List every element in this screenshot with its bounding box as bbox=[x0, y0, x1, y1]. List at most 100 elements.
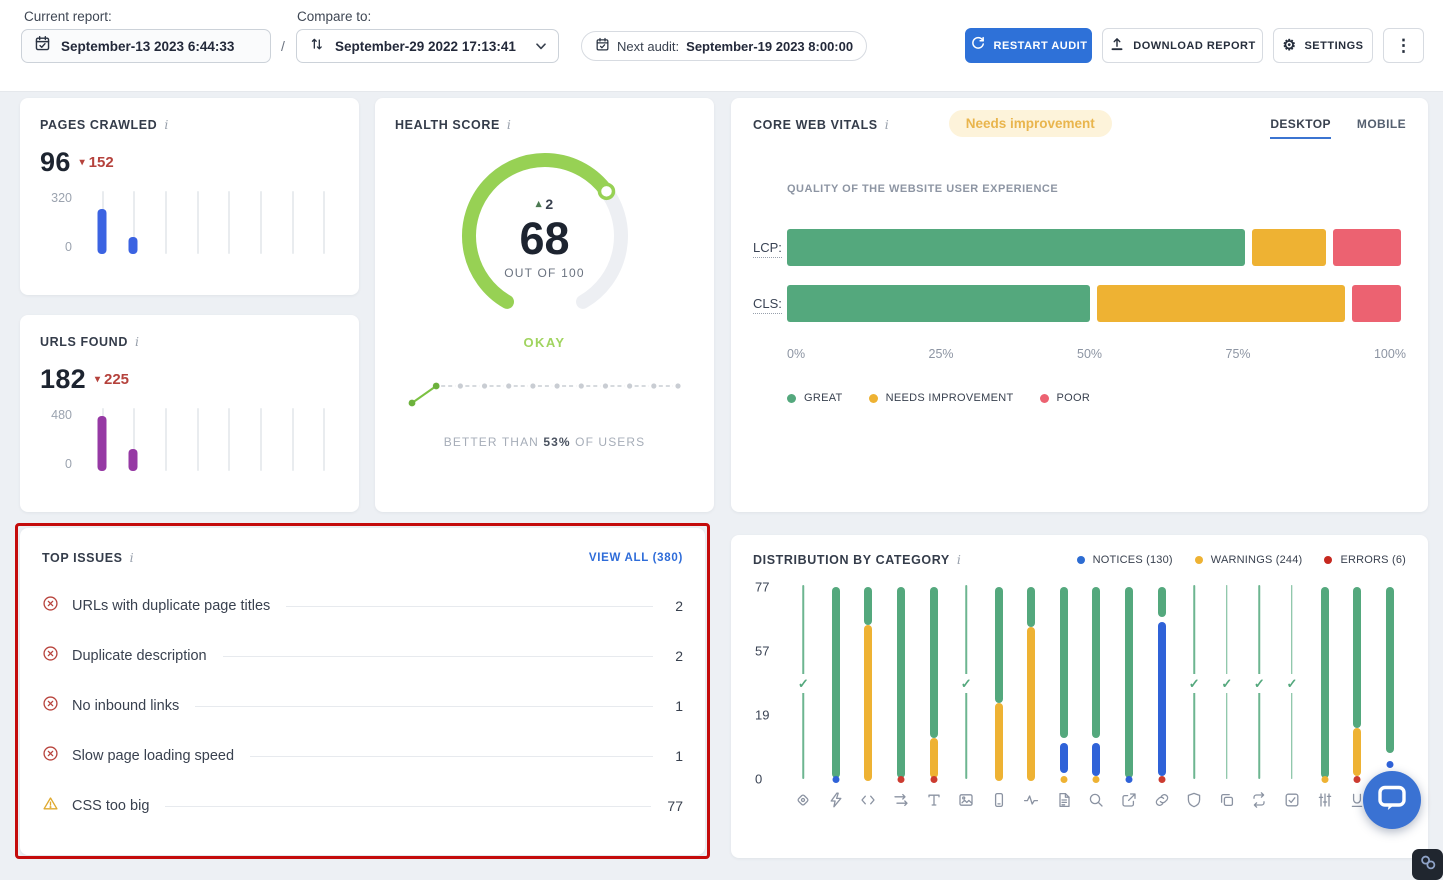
shield-icon[interactable] bbox=[1185, 791, 1203, 817]
category-column[interactable] bbox=[917, 583, 950, 817]
copy-icon[interactable] bbox=[1218, 791, 1236, 817]
search-icon[interactable] bbox=[1087, 791, 1105, 817]
code-icon[interactable] bbox=[859, 791, 877, 817]
info-icon[interactable]: i bbox=[957, 552, 961, 567]
chart-bar[interactable] bbox=[129, 449, 138, 471]
redirects-icon[interactable] bbox=[892, 791, 910, 817]
category-plot bbox=[1373, 583, 1406, 783]
info-icon[interactable]: i bbox=[507, 117, 511, 132]
restart-audit-button[interactable]: RESTART AUDIT bbox=[965, 28, 1092, 63]
pages-crawled-title: PAGES CRAWLED bbox=[40, 118, 157, 132]
category-plot: ✓ bbox=[1178, 583, 1211, 783]
issue-row[interactable]: CSS too big77 bbox=[42, 781, 683, 831]
settings-button[interactable]: ⚙ SETTINGS bbox=[1273, 28, 1373, 63]
category-dot-yellow bbox=[1321, 776, 1328, 783]
category-column[interactable] bbox=[1048, 583, 1081, 817]
performance-icon[interactable] bbox=[1022, 791, 1040, 817]
check-icon: ✓ bbox=[1286, 674, 1299, 693]
category-column[interactable]: ✓ bbox=[1243, 583, 1276, 817]
category-column[interactable] bbox=[885, 583, 918, 817]
chart-bar[interactable] bbox=[129, 237, 138, 254]
category-bar-blue bbox=[1158, 622, 1166, 776]
current-report-picker[interactable]: September-13 2023 6:44:33 bbox=[21, 29, 271, 63]
chart-bar[interactable] bbox=[97, 209, 106, 254]
tab-mobile[interactable]: MOBILE bbox=[1357, 117, 1406, 139]
content-icon[interactable] bbox=[1055, 791, 1073, 817]
category-column[interactable] bbox=[982, 583, 1015, 817]
category-plot: ✓ bbox=[1276, 583, 1309, 783]
legend-dot bbox=[1077, 556, 1085, 564]
info-icon[interactable]: i bbox=[135, 334, 139, 349]
extension-badge[interactable] bbox=[1412, 849, 1443, 880]
category-bar-green bbox=[832, 587, 840, 778]
issue-row[interactable]: Slow page loading speed1 bbox=[42, 731, 683, 781]
health-score-delta: ▴2 bbox=[536, 196, 553, 212]
link-icon[interactable] bbox=[1153, 791, 1171, 817]
chart-bar[interactable] bbox=[97, 416, 106, 471]
info-icon[interactable]: i bbox=[885, 117, 889, 132]
category-plot bbox=[982, 583, 1015, 783]
cwv-segment-great[interactable] bbox=[787, 285, 1090, 322]
cwv-row: CLS: bbox=[753, 285, 1406, 322]
legend-item: POOR bbox=[1040, 392, 1091, 404]
structure-icon[interactable] bbox=[794, 791, 812, 817]
cwv-segment-poor[interactable] bbox=[1352, 285, 1402, 322]
chart-slot-line bbox=[292, 191, 294, 254]
category-column[interactable] bbox=[1015, 583, 1048, 817]
issue-line bbox=[286, 606, 653, 607]
chart-slot-line bbox=[197, 408, 199, 471]
issue-row[interactable]: URLs with duplicate page titles2 bbox=[42, 581, 683, 631]
category-dot-red bbox=[1354, 776, 1361, 783]
category-column[interactable] bbox=[1308, 583, 1341, 817]
cwv-segment-poor[interactable] bbox=[1333, 229, 1401, 266]
more-options-button[interactable]: ⋮ bbox=[1383, 28, 1424, 63]
category-column[interactable]: ✓ bbox=[787, 583, 820, 817]
cwv-segment-great[interactable] bbox=[787, 229, 1245, 266]
cwv-segment-needs-improvement[interactable] bbox=[1252, 229, 1326, 266]
speed-icon[interactable] bbox=[827, 791, 845, 817]
compare-select[interactable]: September-29 2022 17:13:41 bbox=[296, 29, 559, 63]
cwv-legend: GREATNEEDS IMPROVEMENTPOOR bbox=[787, 392, 1406, 404]
category-bar-yellow bbox=[1027, 627, 1035, 781]
health-score-trend bbox=[405, 377, 685, 411]
check-icon: ✓ bbox=[1253, 674, 1266, 693]
check-icon: ✓ bbox=[960, 674, 973, 693]
category-column[interactable]: ✓ bbox=[1211, 583, 1244, 817]
category-bar-green bbox=[930, 587, 938, 738]
check-icon: ✓ bbox=[1220, 674, 1233, 693]
images-icon[interactable] bbox=[957, 791, 975, 817]
category-column[interactable]: ✓ bbox=[950, 583, 983, 817]
view-all-link[interactable]: VIEW ALL (380) bbox=[589, 552, 683, 564]
text-icon[interactable] bbox=[925, 791, 943, 817]
category-dot-red bbox=[898, 776, 905, 783]
issue-row[interactable]: No inbound links1 bbox=[42, 681, 683, 731]
category-column[interactable] bbox=[1080, 583, 1113, 817]
chat-widget[interactable] bbox=[1363, 771, 1421, 829]
chart-slot-line bbox=[228, 191, 230, 254]
info-icon[interactable]: i bbox=[130, 550, 134, 565]
category-column[interactable] bbox=[1145, 583, 1178, 817]
external-link-icon[interactable] bbox=[1120, 791, 1138, 817]
cwv-segment-needs-improvement[interactable] bbox=[1097, 285, 1345, 322]
category-column[interactable]: ✓ bbox=[1276, 583, 1309, 817]
repeat-icon[interactable] bbox=[1250, 791, 1268, 817]
issue-label: Duplicate description bbox=[72, 648, 207, 664]
tab-desktop[interactable]: DESKTOP bbox=[1270, 117, 1331, 139]
category-column[interactable] bbox=[852, 583, 885, 817]
upload-icon bbox=[1109, 36, 1125, 55]
triangle-down-icon: ▾ bbox=[95, 374, 100, 385]
category-column[interactable] bbox=[1113, 583, 1146, 817]
checkbox-icon[interactable] bbox=[1283, 791, 1301, 817]
issue-row[interactable]: Duplicate description2 bbox=[42, 631, 683, 681]
info-icon[interactable]: i bbox=[164, 117, 168, 132]
category-column[interactable] bbox=[820, 583, 853, 817]
pages-crawled-chart: 3200 bbox=[40, 191, 339, 254]
cwv-row-label[interactable]: LCP: bbox=[753, 240, 787, 255]
mobile-icon[interactable] bbox=[990, 791, 1008, 817]
cwv-row-label[interactable]: CLS: bbox=[753, 296, 787, 311]
category-bar-yellow bbox=[1353, 728, 1361, 776]
sliders-icon[interactable] bbox=[1316, 791, 1334, 817]
download-report-button[interactable]: DOWNLOAD REPORT bbox=[1102, 28, 1263, 63]
category-plot bbox=[1113, 583, 1146, 783]
category-column[interactable]: ✓ bbox=[1178, 583, 1211, 817]
